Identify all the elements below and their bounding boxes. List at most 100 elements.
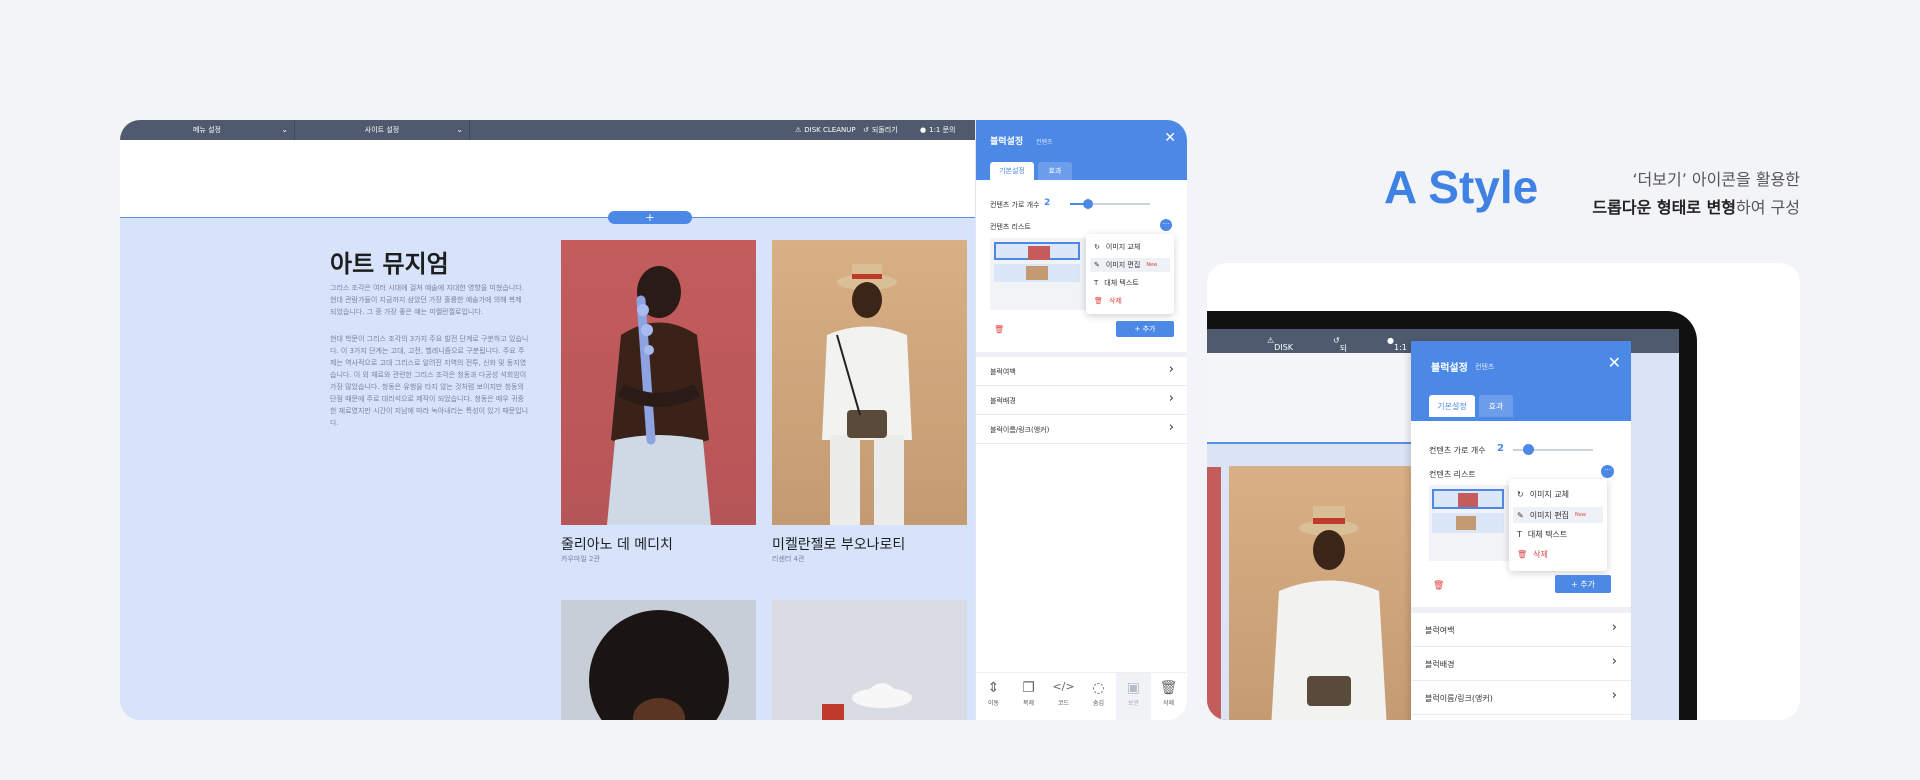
panel-header: 블럭설정 컨텐츠 ✕ 기본설정 효과 bbox=[976, 120, 1187, 180]
list-item[interactable] bbox=[1432, 513, 1504, 533]
site-select-label: 사이트 설정 bbox=[364, 126, 400, 134]
description-bold: 드롭다운 형태로 변형 bbox=[1592, 198, 1737, 217]
artwork-title-2: 미켈란젤로 부오나로티 bbox=[772, 537, 906, 553]
tab-basic-settings[interactable]: 기본설정 bbox=[990, 162, 1034, 180]
device-undo[interactable]: ↺ 되돌리기 bbox=[1333, 336, 1347, 386]
thumbnail-image bbox=[1026, 266, 1048, 280]
support-button[interactable]: ● 1:1 문의 bbox=[920, 120, 955, 140]
move-button[interactable]: ⇕ 이동 bbox=[976, 672, 1011, 720]
block-settings-panel: 블럭설정 컨텐츠 ✕ 기본설정 효과 컨텐츠 가로 개수 2 컨텐츠 리스트 ·… bbox=[975, 120, 1187, 720]
device-panel-title: 블럭설정 bbox=[1431, 363, 1468, 374]
device-previous-block bbox=[1207, 353, 1427, 442]
thumbnail-image bbox=[1456, 516, 1476, 530]
trash-icon: 🗑 bbox=[1094, 297, 1103, 305]
columns-slider[interactable] bbox=[1070, 203, 1150, 205]
eye-off-icon: ◌ bbox=[1092, 680, 1105, 696]
chevron-right-icon: › bbox=[1611, 688, 1617, 703]
artwork-image-2[interactable] bbox=[772, 240, 967, 525]
tool-label: 숨김 bbox=[1092, 700, 1105, 707]
accordion-label: 블럭이름/링크(앵커) bbox=[990, 426, 1050, 434]
duplicate-button[interactable]: ❐ 복제 bbox=[1011, 672, 1046, 720]
list-item[interactable] bbox=[1432, 489, 1504, 509]
menu-item-replace-image[interactable]: ↻ 이미지 교체 bbox=[1517, 489, 1569, 500]
device-slider-handle[interactable] bbox=[1523, 444, 1534, 455]
afro-portrait-illustration bbox=[589, 610, 729, 720]
accordion-label: 블럭여백 bbox=[1425, 626, 1455, 635]
panel-subtitle: 컨텐츠 bbox=[1036, 139, 1053, 146]
museum-block: 아트 뮤지엄 그리스 조각은 여러 시대에 걸쳐 예술에 지대한 영향을 미쳤습… bbox=[120, 218, 975, 720]
undo-button[interactable]: ↺ 되돌리기 bbox=[863, 120, 898, 140]
artwork-image-4[interactable] bbox=[772, 600, 967, 720]
add-item-button[interactable]: + 추가 bbox=[1116, 321, 1174, 337]
trash-icon[interactable]: 🗑 bbox=[994, 325, 1004, 334]
more-icon[interactable]: ··· bbox=[1601, 465, 1614, 478]
hide-button[interactable]: ◌ 숨김 bbox=[1081, 672, 1116, 720]
device-support[interactable]: ● 1:1 문의 bbox=[1387, 336, 1407, 373]
accordion-block-margin[interactable]: 블럭여백 › bbox=[1411, 613, 1631, 647]
device-tab-basic[interactable]: 기본설정 bbox=[1429, 395, 1475, 417]
menu-item-alt-text[interactable]: T 대체 텍스트 bbox=[1094, 278, 1139, 288]
save-button[interactable]: ▣ 보관 bbox=[1116, 672, 1151, 720]
more-dropdown-menu: ↻ 이미지 교체 ✎ 이미지 편집 New T 대체 텍스트 🗑 삭제 bbox=[1086, 234, 1174, 314]
text-icon: T bbox=[1094, 279, 1099, 287]
museum-paragraph-1: 그리스 조각은 여러 시대에 걸쳐 예술에 지대한 영향을 미쳤습니다. 현대 … bbox=[330, 284, 524, 316]
menu-item-delete[interactable]: 🗑 삭제 bbox=[1517, 549, 1548, 560]
delete-button[interactable]: 🗑 삭제 bbox=[1151, 672, 1186, 720]
more-icon[interactable]: ··· bbox=[1160, 219, 1172, 231]
site-select[interactable]: 사이트 설정 ⌄ bbox=[295, 120, 470, 140]
menu-item-label: 대체 텍스트 bbox=[1104, 279, 1139, 287]
menu-select[interactable]: 메뉴 설정 ⌄ bbox=[120, 120, 295, 140]
museum-title: 아트 뮤지엄 bbox=[330, 250, 449, 278]
accordion-block-background[interactable]: 블럭배경 › bbox=[976, 386, 1187, 415]
disk-cleanup-label: DISK CLEANUP bbox=[804, 126, 856, 134]
chevron-right-icon: › bbox=[1611, 654, 1617, 669]
columns-slider-handle[interactable] bbox=[1083, 199, 1093, 209]
disk-cleanup-button[interactable]: ⚠ DISK CLEANUP bbox=[795, 120, 856, 140]
tool-label: 코드 bbox=[1057, 700, 1070, 707]
content-list-label: 컨텐츠 리스트 bbox=[990, 223, 1031, 231]
menu-item-label: 삭제 bbox=[1533, 550, 1548, 559]
new-badge: New bbox=[1575, 512, 1586, 518]
device-man-illustration bbox=[1271, 506, 1387, 720]
add-block-button[interactable]: + bbox=[608, 211, 692, 224]
device-more-dropdown: ↻ 이미지 교체 ✎ 이미지 편집 New T 대체 텍스트 🗑 삭제 bbox=[1509, 479, 1607, 571]
accordion-block-background[interactable]: 블럭배경 › bbox=[1411, 647, 1631, 681]
chevron-right-icon: › bbox=[1611, 620, 1617, 635]
device-settings-panel: 블럭설정 컨텐츠 ✕ 기본설정 효과 컨텐츠 가로 개수 2 컨텐츠 리스트 ·… bbox=[1411, 341, 1631, 720]
accordion-block-name-link[interactable]: 블럭이름/링크(앵커) › bbox=[976, 415, 1187, 444]
menu-item-delete[interactable]: 🗑 삭제 bbox=[1094, 296, 1122, 306]
trash-icon: 🗑 bbox=[1159, 680, 1178, 696]
close-icon[interactable]: ✕ bbox=[1608, 353, 1621, 372]
tool-label: 보관 bbox=[1127, 700, 1140, 707]
device-tab-effects[interactable]: 효과 bbox=[1479, 395, 1513, 417]
trash-icon[interactable]: 🗑 bbox=[1433, 581, 1444, 591]
menu-item-edit-image[interactable]: ✎ 이미지 편집 New bbox=[1090, 258, 1170, 272]
tab-effects[interactable]: 효과 bbox=[1038, 162, 1072, 180]
device-add-item-button[interactable]: + 추가 bbox=[1555, 575, 1611, 593]
artwork-sub-1: 카우마일 2관 bbox=[561, 555, 600, 563]
close-icon[interactable]: ✕ bbox=[1164, 130, 1176, 146]
list-item[interactable] bbox=[994, 242, 1080, 260]
device-content-list-label: 컨텐츠 리스트 bbox=[1429, 470, 1476, 479]
save-icon: ▣ bbox=[1126, 680, 1141, 696]
copy-icon: ❐ bbox=[1022, 680, 1035, 696]
thumbnail-image bbox=[1458, 493, 1478, 507]
menu-item-edit-image[interactable]: ✎ 이미지 편집 New bbox=[1513, 507, 1603, 523]
artwork-image-1[interactable] bbox=[561, 240, 756, 525]
device-panel-header: 블럭설정 컨텐츠 ✕ 기본설정 효과 bbox=[1411, 341, 1631, 421]
list-item[interactable] bbox=[994, 264, 1080, 282]
code-button[interactable]: </> 코드 bbox=[1046, 672, 1081, 720]
accordion-block-name-link[interactable]: 블럭이름/링크(앵커) › bbox=[1411, 681, 1631, 715]
columns-label: 컨텐츠 가로 개수 bbox=[990, 201, 1040, 209]
artwork-image-3[interactable] bbox=[561, 600, 756, 720]
thumbnail-image bbox=[1028, 246, 1050, 260]
user-icon: ● bbox=[920, 126, 927, 134]
code-icon: </> bbox=[1052, 680, 1075, 693]
menu-item-replace-image[interactable]: ↻ 이미지 교체 bbox=[1094, 242, 1140, 252]
panel-title: 블럭설정 bbox=[990, 137, 1024, 147]
device-disk-cleanup[interactable]: ⚠ DISK CLEANUP bbox=[1267, 336, 1311, 361]
device-mockup-card: ⚠ DISK CLEANUP ↺ 되돌리기 ● 1:1 문의 블럭설정 컨텐츠 … bbox=[1207, 263, 1800, 720]
menu-select-label: 메뉴 설정 bbox=[193, 126, 221, 134]
menu-item-alt-text[interactable]: T 대체 텍스트 bbox=[1517, 529, 1567, 540]
accordion-block-margin[interactable]: 블럭여백 › bbox=[976, 357, 1187, 386]
